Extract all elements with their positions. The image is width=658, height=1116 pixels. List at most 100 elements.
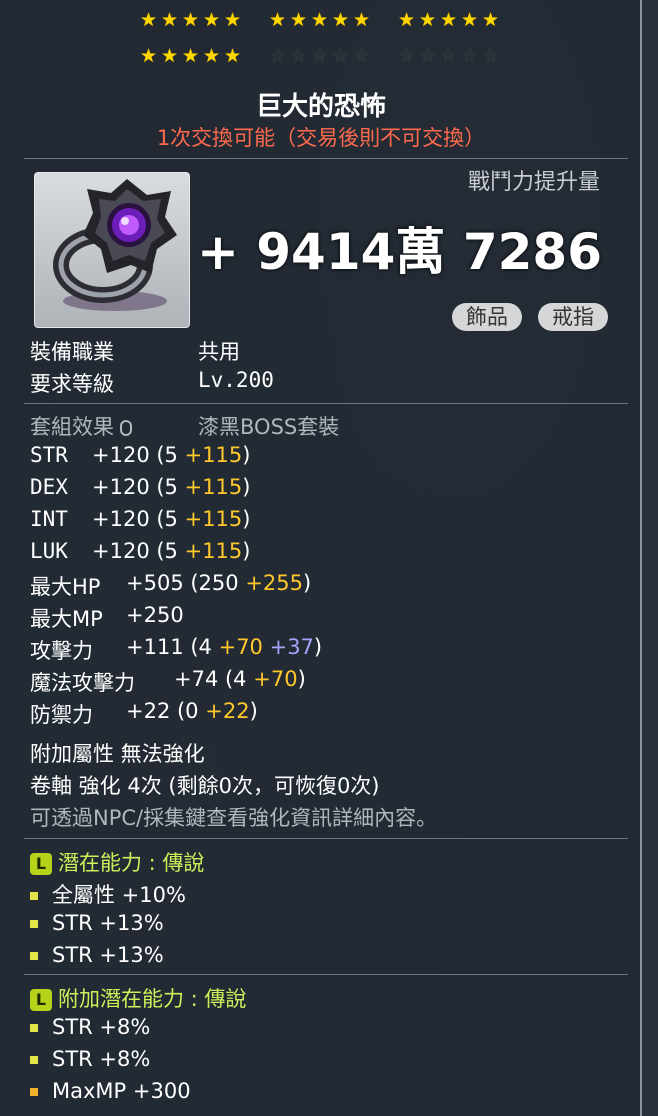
stat-row: 魔法攻擊力 +74 (4 +70)	[30, 667, 306, 697]
stat-row: 最大HP +505 (250 +255)	[30, 571, 311, 601]
bonus-potential-title: 附加潛在能力 : 傳說	[58, 987, 247, 1011]
star-filled-icon: ★	[331, 9, 350, 31]
background-strip	[642, 0, 658, 1116]
stat-row: 攻擊力 +111 (4 +70 +37)	[30, 635, 322, 665]
job-value: 共用	[198, 340, 240, 364]
star-filled-icon: ★	[223, 9, 242, 31]
legendary-badge-icon: L	[30, 989, 52, 1011]
set-value: 漆黑BOSS套裝	[198, 415, 340, 439]
star-filled-icon: ★	[268, 9, 287, 31]
potential-line: STR +13%	[30, 943, 164, 967]
extra-attr-text: 附加屬性 無法強化	[30, 742, 205, 766]
stat-name: 防禦力	[30, 703, 93, 727]
potential-text: STR +8%	[52, 1015, 151, 1039]
star-filled-icon: ★	[160, 9, 179, 31]
stat-value: +120 (5 +115)	[92, 507, 251, 531]
star-filled-icon: ★	[397, 9, 416, 31]
stat-value: +250	[126, 603, 184, 627]
star-filled-icon: ★	[139, 9, 158, 31]
potential-text: STR +8%	[52, 1047, 151, 1071]
stat-name: 魔法攻擊力	[30, 671, 135, 695]
star-filled-icon: ★	[202, 9, 221, 31]
bullet-square-icon	[30, 892, 38, 900]
potential-text: STR +13%	[52, 911, 164, 935]
level-req-row: 要求等級 Lv.200	[30, 368, 274, 398]
star-filled-icon: ★	[139, 45, 158, 67]
potential-line: MaxMP +300	[30, 1079, 191, 1103]
star-filled-icon: ★	[289, 9, 308, 31]
starforce-row-2: ★ ★ ★ ★ ★ ★ ★ ★ ★ ★ ★ ★ ★ ★ ★	[138, 46, 525, 68]
combat-power-value: + 9414萬 7286	[196, 223, 602, 281]
divider	[24, 974, 628, 975]
stat-value: +120 (5 +115)	[92, 475, 251, 499]
item-icon-frame	[34, 172, 190, 328]
star-group: ★ ★ ★ ★ ★	[138, 10, 243, 32]
stat-name: DEX	[30, 475, 68, 499]
star-filled-icon: ★	[352, 9, 371, 31]
stat-name: LUK	[30, 539, 68, 563]
job-label: 裝備職業	[30, 340, 114, 364]
bullet-square-icon	[30, 1024, 38, 1032]
scroll-info-text: 卷軸 強化 4次 (剩餘0次，可恢復0次)	[30, 774, 380, 798]
star-filled-icon: ★	[181, 45, 200, 67]
stat-value: +120 (5 +115)	[92, 443, 251, 467]
category-tag-ring: 戒指	[538, 303, 608, 331]
star-filled-icon: ★	[160, 45, 179, 67]
star-empty-icon: ★	[418, 45, 437, 67]
bullet-square-icon	[30, 1056, 38, 1064]
item-name: 巨大的恐怖	[255, 92, 386, 122]
stat-row: 防禦力 +22 (0 +22)	[30, 699, 258, 729]
bullet-square-icon	[30, 920, 38, 928]
star-group: ★ ★ ★ ★ ★	[267, 46, 372, 68]
star-group: ★ ★ ★ ★ ★	[267, 10, 372, 32]
stat-name: 攻擊力	[30, 639, 93, 663]
stat-name: INT	[30, 507, 68, 531]
stat-value: +505 (250 +255)	[126, 571, 312, 595]
stat-row: LUK +120 (5 +115)	[30, 539, 250, 563]
bonus-potential-title-row: L 附加潛在能力 : 傳說	[30, 983, 246, 1013]
star-group: ★ ★ ★ ★ ★	[396, 46, 501, 68]
star-filled-icon: ★	[202, 45, 221, 67]
starforce-row-1: ★ ★ ★ ★ ★ ★ ★ ★ ★ ★ ★ ★ ★ ★ ★	[138, 10, 525, 32]
stat-row: INT +120 (5 +115)	[30, 507, 250, 531]
stat-name: STR	[30, 443, 68, 467]
star-empty-icon: ★	[397, 45, 416, 67]
star-empty-icon: ★	[481, 45, 500, 67]
potential-line: STR +13%	[30, 911, 164, 935]
potential-line: STR +8%	[30, 1047, 150, 1071]
stat-row: 最大MP +250	[30, 603, 184, 633]
trade-status: 1次交換可能（交易後則不可交換）	[156, 126, 486, 150]
star-filled-icon: ★	[310, 9, 329, 31]
potential-text: MaxMP +300	[52, 1079, 191, 1103]
divider	[24, 838, 628, 839]
stat-value: +74 (4 +70)	[174, 667, 306, 691]
star-empty-icon: ★	[310, 45, 329, 67]
set-effect-row: 套組效果 漆黑BOSS套裝	[30, 411, 339, 441]
star-filled-icon: ★	[418, 9, 437, 31]
star-filled-icon: ★	[439, 9, 458, 31]
bullet-square-icon	[30, 1088, 38, 1096]
level-label: 要求等級	[30, 372, 114, 396]
stat-value: +111 (4 +70 +37)	[126, 635, 323, 659]
stat-name: 最大HP	[30, 575, 101, 599]
star-empty-icon: ★	[289, 45, 308, 67]
star-filled-icon: ★	[223, 45, 242, 67]
divider	[24, 158, 628, 159]
star-empty-icon: ★	[439, 45, 458, 67]
combat-power-label: 戰鬥力提升量	[467, 170, 600, 195]
legendary-badge-icon: L	[30, 853, 52, 875]
star-empty-icon: ★	[268, 45, 287, 67]
item-tooltip: ★ ★ ★ ★ ★ ★ ★ ★ ★ ★ ★ ★ ★ ★ ★ ★ ★ ★ ★ ★ ★ ★ ★ ★ ★ ★ ★ ★ ★ ★ 巨大的恐怖 1次…	[0, 0, 642, 1116]
potential-title-row: L 潛在能力 : 傳說	[30, 847, 204, 877]
star-empty-icon: ★	[460, 45, 479, 67]
enhance-hint-text: 可透過NPC/採集鍵查看強化資訊詳細內容。	[30, 806, 438, 830]
potential-line: STR +8%	[30, 1015, 150, 1039]
mouse-icon	[120, 420, 132, 436]
bullet-square-icon	[30, 952, 38, 960]
star-filled-icon: ★	[481, 9, 500, 31]
star-group: ★ ★ ★ ★ ★	[138, 46, 243, 68]
ring-icon	[53, 179, 177, 311]
job-req-row: 裝備職業 共用	[30, 336, 240, 366]
star-empty-icon: ★	[331, 45, 350, 67]
stat-name: 最大MP	[30, 607, 103, 631]
